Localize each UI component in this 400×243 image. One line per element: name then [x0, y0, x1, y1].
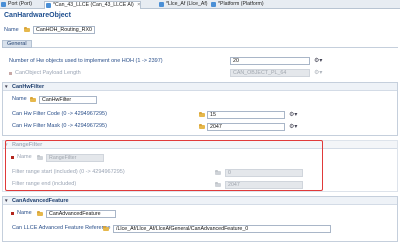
tab-platform[interactable]: *Platform (Platform): [210, 1, 264, 9]
hoh-count-row: Number of Hw objects used to implement o…: [4, 57, 398, 65]
folder-icon: [37, 211, 43, 216]
folder-icon: [24, 27, 30, 32]
action-menu-icon: ⚙▾: [314, 70, 323, 76]
tab-can-43-llce[interactable]: *Can_43_LLCE (Can_43_LLCE Al) ×: [44, 1, 142, 9]
name-label: Name: [4, 27, 19, 33]
collapse-icon[interactable]: ▾: [5, 83, 8, 91]
folder-icon: [199, 112, 205, 117]
name-row: Name CanHOH_Routing_RX0: [4, 26, 124, 34]
can-hw-filter-section: ▾ CanHwFilter Name CanHwFilter Can Hw Fi…: [2, 82, 398, 136]
hw-filter-mask-label: Can Hw Filter Mask (0 -> 4294967295): [12, 123, 107, 129]
hoh-count-field[interactable]: 20: [230, 57, 310, 65]
action-menu-icon[interactable]: ⚙▾: [314, 57, 322, 65]
advanced-name-label: Name: [17, 210, 32, 216]
action-menu-icon[interactable]: ⚙▾: [289, 123, 297, 131]
can-advanced-feature-section: ▾ CanAdvancedFeature Name CanAdvancedFea…: [2, 196, 398, 242]
advanced-ref-label: Can LLCE Advanced Feature Reference: [12, 225, 111, 231]
hw-filter-name-label: Name: [12, 96, 27, 102]
name-field[interactable]: CanHOH_Routing_RX0: [33, 26, 95, 34]
advanced-ref-field[interactable]: /Llce_Af/Llce_Af/LlceAfGeneral/CanAdvanc…: [113, 225, 331, 233]
payload-label: CanObject Payload Length: [15, 70, 81, 76]
folder-icon: [30, 97, 36, 102]
editor-tab-bar: Port (Port) *Can_43_LLCE (Can_43_LLCE Al…: [0, 0, 400, 9]
collapse-icon[interactable]: ▾: [5, 197, 8, 205]
parameter-icon: [9, 72, 12, 75]
port-icon: [1, 2, 6, 7]
payload-select: CAN_OBJECT_PL_64: [230, 69, 310, 77]
hw-filter-code-field[interactable]: 15: [207, 111, 285, 119]
tab-llce-af[interactable]: *Llce_Af (Llce_Af): [158, 1, 208, 9]
general-tab-strip: General: [2, 40, 398, 48]
page-title: CanHardwareObject: [4, 12, 71, 19]
parameter-icon: [11, 212, 14, 215]
hw-filter-mask-field[interactable]: 2047: [207, 123, 285, 131]
module-icon: [46, 3, 51, 8]
module-icon: [159, 2, 164, 7]
module-icon: [211, 2, 216, 7]
tab-port[interactable]: Port (Port): [0, 1, 32, 9]
action-menu-icon[interactable]: ⚙▾: [289, 111, 297, 119]
section-header[interactable]: ▾ CanHwFilter: [3, 83, 397, 91]
section-header[interactable]: ▾ CanAdvancedFeature: [3, 197, 397, 205]
highlight-box: [5, 140, 323, 191]
tab-general[interactable]: General: [2, 40, 32, 48]
folder-icon: [103, 226, 109, 231]
close-tab-icon[interactable]: ×: [137, 2, 140, 8]
hw-filter-name-field[interactable]: CanHwFilter: [39, 96, 97, 104]
payload-row: CanObject Payload Length CAN_OBJECT_PL_6…: [4, 69, 398, 77]
advanced-name-field[interactable]: CanAdvancedFeature: [46, 210, 116, 218]
folder-icon: [199, 124, 205, 129]
hoh-count-label: Number of Hw objects used to implement o…: [9, 58, 163, 64]
hw-filter-code-label: Can Hw Filter Code (0 -> 4294967295): [12, 111, 107, 117]
